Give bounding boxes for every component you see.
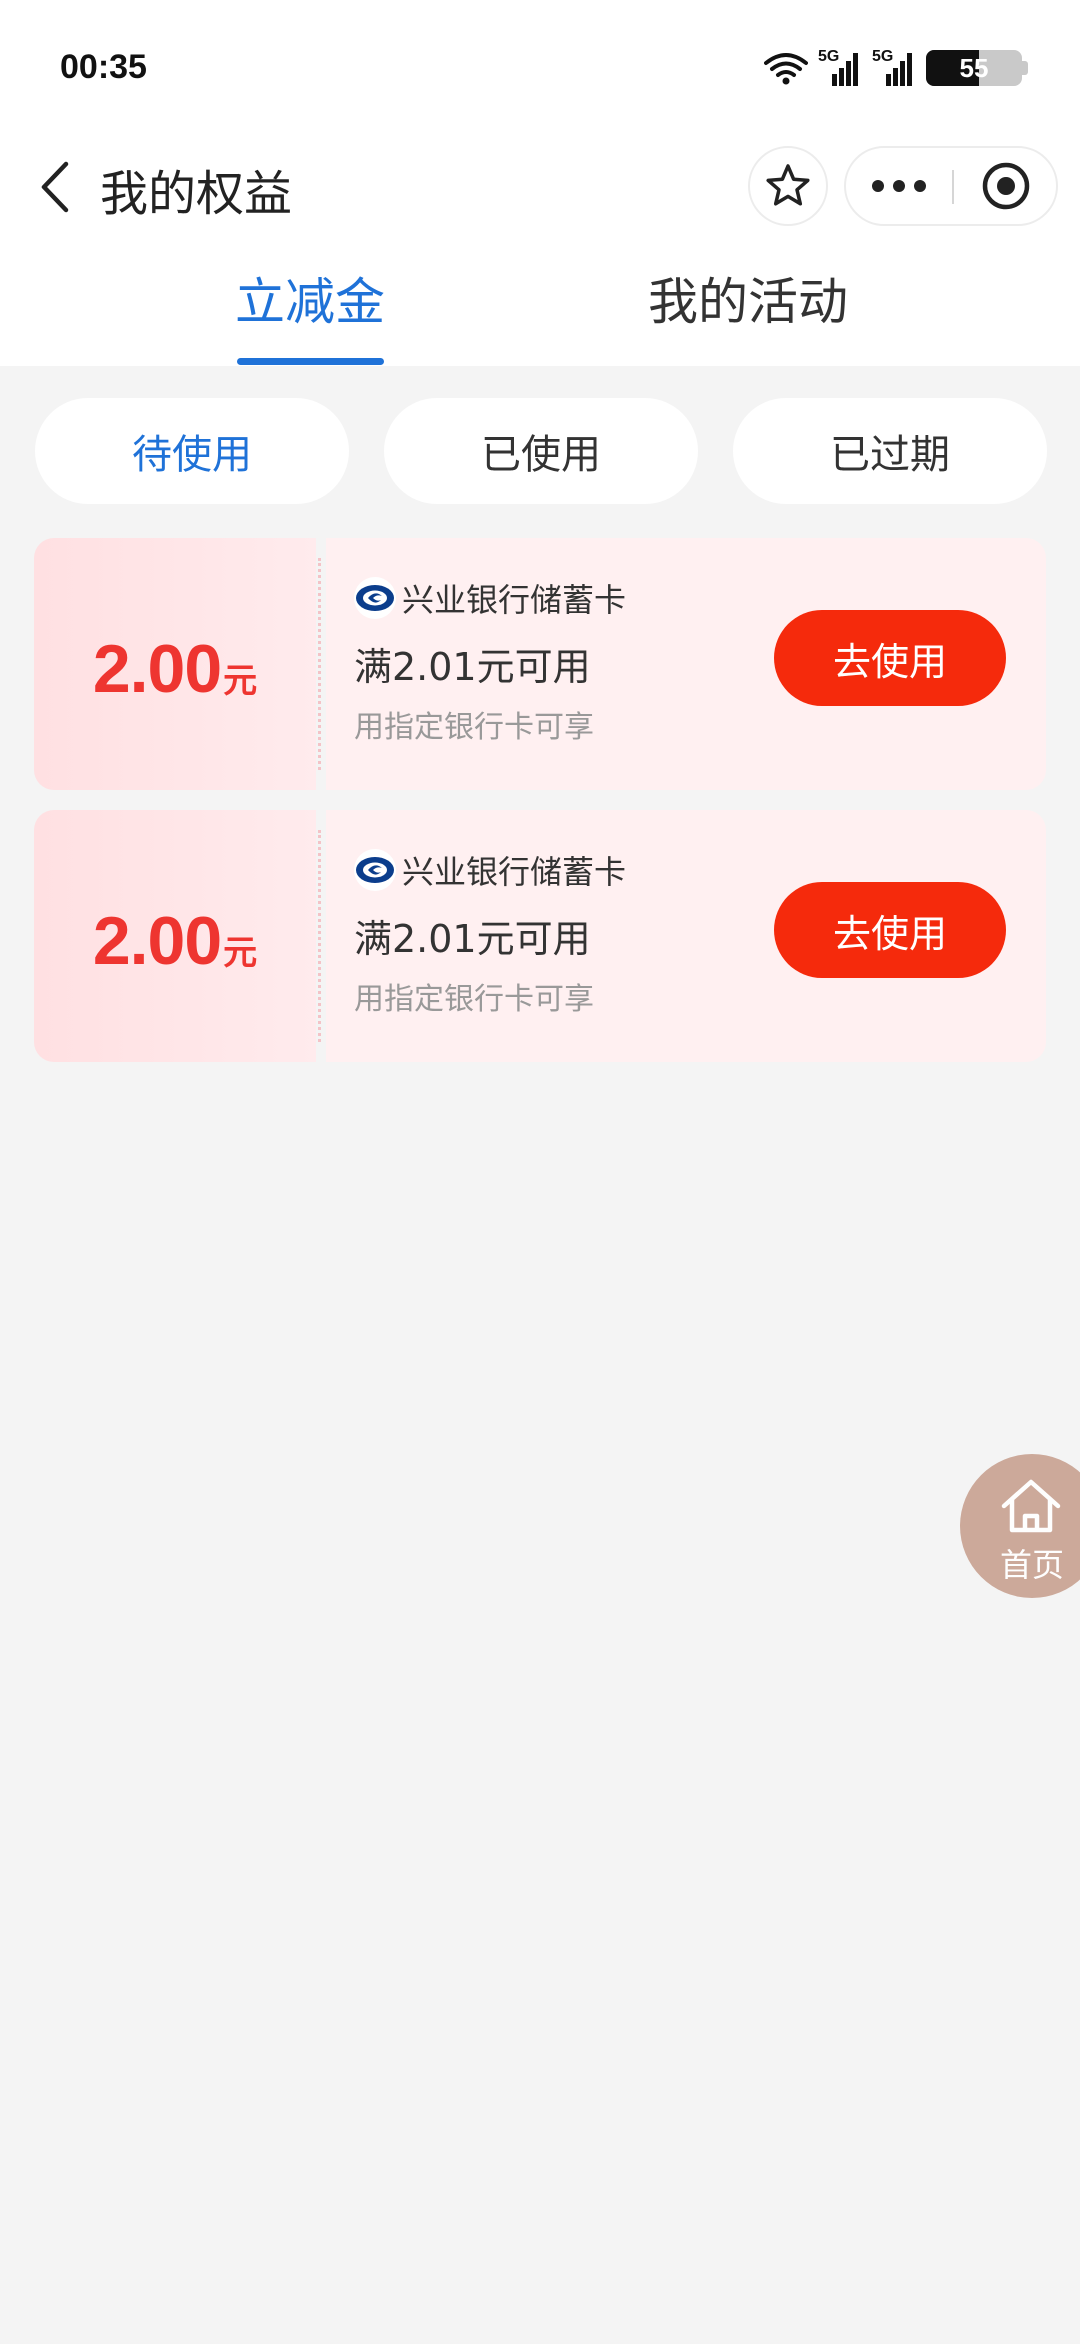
active-tab-indicator bbox=[237, 358, 384, 365]
coupon-note: 用指定银行卡可享 bbox=[354, 710, 594, 745]
nav-bar: 我的权益 bbox=[0, 140, 1080, 230]
filter-expired[interactable]: 已过期 bbox=[733, 398, 1047, 504]
main-tabs: 立减金 我的活动 bbox=[0, 262, 1080, 366]
tab-my-activities[interactable]: 我的活动 bbox=[598, 262, 898, 366]
coupon-amount-value: 2.00 bbox=[92, 631, 222, 707]
chevron-left-icon bbox=[41, 161, 69, 213]
bank-name: 兴业银行储蓄卡 bbox=[402, 581, 627, 619]
header-area: 00:35 5G 5G 55 我的权益 立减金 我的活动 bbox=[0, 0, 1080, 366]
coupon-amount: 2.00 元 bbox=[34, 538, 316, 790]
signal-bars-icon bbox=[832, 53, 858, 86]
more-dots-icon bbox=[872, 180, 926, 192]
filter-used[interactable]: 已使用 bbox=[384, 398, 698, 504]
coupon-note: 用指定银行卡可享 bbox=[354, 982, 594, 1017]
wifi-icon bbox=[764, 53, 808, 85]
bank-name: 兴业银行储蓄卡 bbox=[402, 853, 627, 891]
filter-pills: 待使用 已使用 已过期 bbox=[0, 398, 1080, 506]
coupon-perforation bbox=[318, 558, 322, 770]
status-time: 00:35 bbox=[60, 48, 147, 86]
target-circle-icon bbox=[982, 162, 1030, 210]
coupon-amount-unit: 元 bbox=[223, 662, 258, 700]
coupon-perforation bbox=[318, 830, 322, 1042]
status-icons: 5G 5G 55 bbox=[764, 46, 1028, 90]
home-float-button[interactable]: 首页 bbox=[960, 1454, 1080, 1598]
coupon-condition: 满2.01元可用 bbox=[354, 917, 591, 961]
home-label: 首页 bbox=[1000, 1546, 1065, 1584]
use-coupon-button[interactable]: 去使用 bbox=[774, 610, 1006, 706]
star-icon bbox=[766, 164, 810, 206]
coupon-amount: 2.00 元 bbox=[34, 810, 316, 1062]
battery-level-text: 55 bbox=[959, 52, 989, 83]
coupon-card: 2.00 元 兴业银行储蓄卡 满2.01元可用 用指定银行卡可享 去使用 bbox=[34, 810, 1046, 1062]
coupon-amount-value: 2.00 bbox=[92, 903, 222, 979]
coupon-card: 2.00 元 兴业银行储蓄卡 满2.01元可用 用指定银行卡可享 去使用 bbox=[34, 538, 1046, 790]
back-button[interactable] bbox=[24, 152, 84, 222]
signal-2: 5G bbox=[872, 48, 916, 88]
coupon-condition: 满2.01元可用 bbox=[354, 645, 591, 689]
signal-1: 5G bbox=[818, 48, 862, 88]
close-mini-program-button[interactable] bbox=[954, 148, 1058, 224]
home-icon bbox=[1001, 1479, 1061, 1533]
filter-unused[interactable]: 待使用 bbox=[35, 398, 349, 504]
use-coupon-button[interactable]: 去使用 bbox=[774, 882, 1006, 978]
bank-logo-icon bbox=[354, 849, 396, 891]
mini-program-capsule bbox=[844, 146, 1058, 226]
bank-row: 兴业银行储蓄卡 bbox=[354, 848, 626, 892]
battery-indicator: 55 bbox=[926, 50, 1028, 86]
status-bar: 00:35 5G 5G 55 bbox=[0, 0, 1080, 140]
signal-bars-icon bbox=[886, 53, 912, 86]
bank-logo-icon bbox=[354, 577, 396, 619]
coupon-amount-unit: 元 bbox=[223, 934, 258, 972]
more-button[interactable] bbox=[846, 148, 952, 224]
battery-body: 55 bbox=[926, 50, 1022, 86]
battery-tip bbox=[1022, 61, 1028, 75]
bank-row: 兴业银行储蓄卡 bbox=[354, 576, 626, 620]
tab-coupons[interactable]: 立减金 bbox=[160, 262, 460, 366]
page-title: 我的权益 bbox=[100, 166, 293, 222]
favorite-button[interactable] bbox=[748, 146, 828, 226]
